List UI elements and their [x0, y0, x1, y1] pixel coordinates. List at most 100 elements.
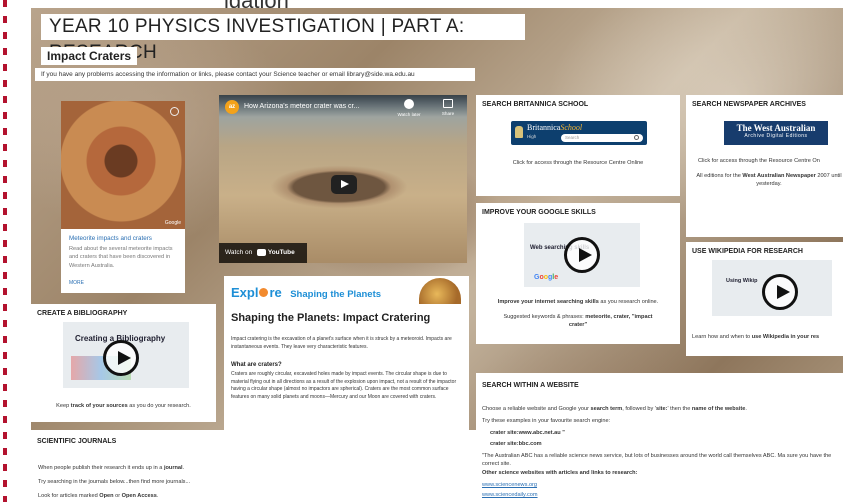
meteorite-card[interactable]: Google Meteorite impacts and craters Rea…	[61, 101, 185, 293]
journals-line3-pre: Look for articles marked	[38, 493, 100, 499]
britannica-thistle-icon	[515, 126, 523, 138]
meteorite-description: Read about the several meteorite impacts…	[69, 246, 173, 269]
page-title: YEAR 10 PHYSICS INVESTIGATION | PART A: …	[41, 14, 525, 63]
west-australian-logo-title: The West Australian	[736, 123, 816, 133]
bibliography-video-thumb[interactable]: Creating a Bibliography	[63, 322, 189, 388]
top-cut-text: igation	[14, 0, 843, 8]
bibliography-caption: Keep track of your sources as you do you…	[31, 402, 216, 410]
britannica-logo-box[interactable]: BritannicaSchool High Search	[511, 121, 647, 145]
youtube-video-card[interactable]: az How Arizona's meteor crater was cr...…	[219, 95, 467, 263]
more-link[interactable]: MORE	[69, 280, 179, 286]
google-logo-strip: Google	[534, 274, 559, 281]
watch-later-button[interactable]: Watch later	[397, 99, 421, 117]
google-skills-card[interactable]: IMPROVE YOUR GOOGLE SKILLS Web searching…	[476, 203, 680, 344]
google-watermark: Google	[164, 220, 181, 226]
share-icon	[443, 99, 453, 108]
bibliography-caption-post: as you do your research.	[127, 403, 191, 409]
journals-line1: When people publish their research it en…	[38, 464, 184, 472]
planet-image	[419, 278, 461, 304]
google-skills-line1: Improve your internet searching skills a…	[480, 298, 676, 306]
britannica-search-input[interactable]: Search	[561, 134, 643, 142]
wikipedia-title: USE WIKIPEDIA FOR RESEARCH	[692, 248, 803, 255]
google-skills-video-thumb[interactable]: Web searching skills Google	[524, 223, 640, 287]
britannica-card[interactable]: SEARCH BRITANNICA SCHOOL BritannicaSchoo…	[476, 95, 680, 196]
bibliography-play-icon[interactable]	[103, 340, 139, 376]
website-line2: Try these examples in your favourite sea…	[482, 418, 611, 424]
explore-body: Craters are roughly circular, excavated …	[231, 371, 457, 400]
journals-title: SCIENTIFIC JOURNALS	[37, 438, 117, 445]
youtube-logo-icon	[257, 248, 267, 256]
explore-banner: Shaping the Planets	[290, 289, 382, 300]
britannica-logo-text: Britannica	[527, 123, 561, 132]
bibliography-caption-bold: track of your sources	[70, 403, 128, 409]
wikipedia-video-thumb[interactable]: Using Wikip	[712, 260, 832, 316]
share-button[interactable]: Share	[437, 99, 459, 116]
newspaper-card[interactable]: SEARCH NEWSPAPER ARCHIVES The West Austr…	[686, 95, 843, 237]
search-icon	[634, 135, 639, 140]
journals-card[interactable]: SCIENTIFIC JOURNALS When people publish …	[31, 430, 476, 502]
wikipedia-card[interactable]: USE WIKIPEDIA FOR RESEARCH Using Wikip L…	[686, 242, 843, 356]
website-line3: Other science websites with articles and…	[482, 470, 638, 476]
journals-line3: Look for articles marked Open or Open Ac…	[38, 492, 158, 500]
wikipedia-caption: Learn how and when to use Wikipedia in y…	[692, 333, 843, 341]
video-title[interactable]: How Arizona's meteor crater was cr...	[244, 103, 359, 110]
britannica-search-placeholder: Search	[565, 135, 580, 140]
britannica-level: High	[527, 134, 537, 139]
journals-line1-bold: journal	[163, 465, 183, 471]
meteorite-link[interactable]: Meteorite impacts and craters	[69, 235, 179, 242]
newspaper-editions-bold: West Australian Newspaper	[742, 173, 816, 179]
journals-line1-pre: When people publish their research it en…	[38, 465, 164, 471]
explore-subheading: What are craters?	[231, 362, 282, 368]
wikipedia-play-icon[interactable]	[762, 274, 798, 310]
channel-avatar[interactable]: az	[225, 100, 239, 114]
section-heading: Impact Craters	[41, 47, 138, 65]
clock-icon	[404, 99, 414, 109]
website-example-2: crater site:bbc.com	[490, 441, 542, 447]
newspaper-editions-pre: All editions for the	[696, 173, 743, 179]
youtube-label: YouTube	[267, 249, 295, 256]
newspaper-title: SEARCH NEWSPAPER ARCHIVES	[692, 101, 806, 108]
sciencenews-link[interactable]: www.sciencenews.org	[482, 481, 537, 489]
google-skills-line2-pre: Suggested keywords & phrases:	[503, 314, 586, 320]
journals-line3-open: Open	[99, 493, 114, 499]
britannica-title: SEARCH BRITANNICA SCHOOL	[482, 101, 589, 108]
google-skills-play-icon[interactable]	[564, 237, 600, 273]
explore-intro: Impact cratering is the excavation of a …	[231, 336, 452, 350]
video-play-button[interactable]	[331, 175, 357, 194]
sciencedaily-link[interactable]: www.sciencedaily.com	[482, 491, 538, 499]
journals-line2: Try searching in the journals below...th…	[38, 479, 191, 485]
website-search-title: SEARCH WITHIN A WEBSITE	[482, 382, 579, 389]
west-australian-logo[interactable]: The West Australian Archive Digital Edit…	[724, 121, 828, 145]
help-notice: If you have any problems accessing the i…	[35, 68, 475, 81]
website-search-card[interactable]: SEARCH WITHIN A WEBSITE Choose a reliabl…	[476, 373, 843, 502]
bibliography-title: CREATE A BIBLIOGRAPHY	[37, 310, 128, 317]
wikipedia-caption-pre: Learn how and when to	[692, 334, 752, 340]
share-label: Share	[441, 111, 455, 116]
google-skills-line2: Suggested keywords & phrases: meteorite,…	[494, 313, 662, 330]
britannica-logo-suffix: School	[560, 123, 583, 132]
journals-line3-post: .	[156, 493, 159, 499]
explore-heading: Shaping the Planets: Impact Cratering	[231, 312, 431, 324]
padlet-board: YEAR 10 PHYSICS INVESTIGATION | PART A: …	[31, 8, 843, 502]
google-skills-line1-bold: Improve your internet searching skills	[497, 299, 599, 305]
page-margin	[0, 0, 14, 502]
play-icon	[341, 180, 349, 188]
watch-on-label: Watch on	[225, 249, 253, 256]
website-example-1: crater site:www.abc.net.au "	[490, 430, 565, 436]
journals-line1-post: .	[182, 465, 185, 471]
britannica-caption: Click for access through the Resource Ce…	[512, 160, 644, 166]
website-note: "The Australian ABC has a reliable scien…	[482, 453, 832, 468]
bibliography-card[interactable]: CREATE A BIBLIOGRAPHY Creating a Bibliog…	[31, 304, 216, 422]
crater-map-image: Google	[61, 101, 185, 229]
watch-later-label: Watch later	[397, 112, 421, 117]
google-skills-title: IMPROVE YOUR GOOGLE SKILLS	[482, 209, 596, 216]
wikipedia-thumb-text: Using Wikip	[726, 278, 758, 284]
journals-line3-open-access: Open Access	[121, 493, 157, 499]
google-skills-line1-rest: as you research online.	[598, 299, 659, 305]
wikipedia-caption-bold: use Wikipedia in your res	[751, 334, 820, 340]
map-options-icon[interactable]	[170, 107, 179, 116]
journals-line3-mid: or	[113, 493, 122, 499]
watch-on-youtube[interactable]: Watch on YouTube	[219, 243, 307, 263]
west-australian-logo-subtitle: Archive Digital Editions	[744, 133, 808, 139]
explore-logo: Expl re	[231, 285, 282, 300]
